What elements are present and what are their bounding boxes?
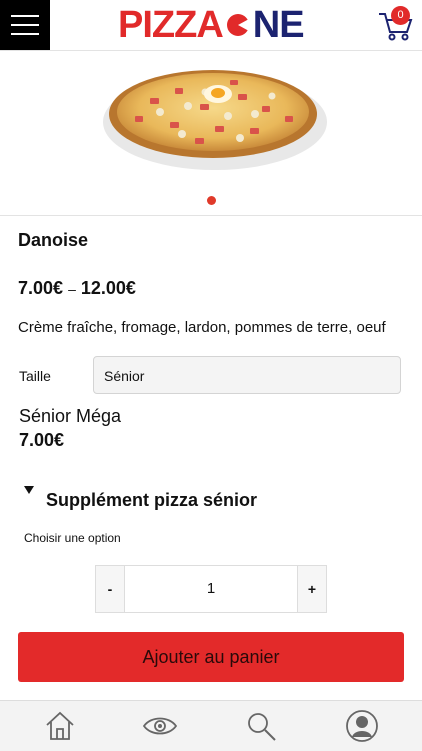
logo[interactable]: PIZZA NE bbox=[118, 4, 305, 46]
hamburger-line bbox=[11, 24, 39, 26]
price-min: 7.00€ bbox=[18, 278, 64, 298]
divider bbox=[0, 215, 422, 216]
product-image bbox=[103, 70, 327, 170]
variant-name: Sénior Méga bbox=[19, 406, 122, 426]
cart-count-badge: 0 bbox=[391, 6, 410, 25]
menu-button[interactable] bbox=[0, 0, 50, 50]
choose-option-link[interactable]: Choisir une option bbox=[24, 531, 121, 545]
price-range: 7.00€ – 12.00€ bbox=[18, 278, 136, 299]
carousel-dot-active[interactable] bbox=[207, 196, 216, 205]
logo-text-pizza: PIZZA bbox=[118, 4, 224, 46]
size-label: Taille bbox=[19, 368, 51, 384]
logo-pizza-icon bbox=[226, 14, 251, 36]
price-separator: – bbox=[68, 281, 76, 297]
price-max: 12.00€ bbox=[80, 278, 136, 298]
quantity-minus-button[interactable]: - bbox=[95, 565, 125, 613]
product-title: Danoise bbox=[18, 230, 89, 250]
logo-text-ne: NE bbox=[252, 4, 305, 46]
quantity-stepper: - 1 + bbox=[95, 565, 327, 613]
eye-icon[interactable] bbox=[143, 709, 177, 743]
add-to-cart-button[interactable]: Ajouter au panier bbox=[18, 632, 404, 682]
header: PIZZA NE 0 bbox=[0, 0, 422, 51]
bottom-tab-bar bbox=[0, 700, 422, 751]
user-icon[interactable] bbox=[345, 709, 379, 743]
hamburger-line bbox=[11, 33, 39, 35]
supplement-title: Supplément pizza sénior bbox=[46, 490, 258, 510]
size-select[interactable]: Sénior bbox=[93, 356, 401, 394]
quantity-plus-button[interactable]: + bbox=[297, 565, 327, 613]
product-description: Crème fraîche, fromage, lardon, pommes d… bbox=[18, 319, 386, 336]
triangle-down-icon bbox=[24, 486, 34, 494]
hamburger-line bbox=[11, 15, 39, 17]
supplement-toggle[interactable]: Supplément pizza sénior bbox=[24, 484, 257, 511]
variant-price: 7.00€ bbox=[19, 430, 65, 450]
search-icon[interactable] bbox=[244, 709, 278, 743]
home-icon[interactable] bbox=[43, 709, 77, 743]
quantity-input[interactable]: 1 bbox=[125, 565, 297, 613]
